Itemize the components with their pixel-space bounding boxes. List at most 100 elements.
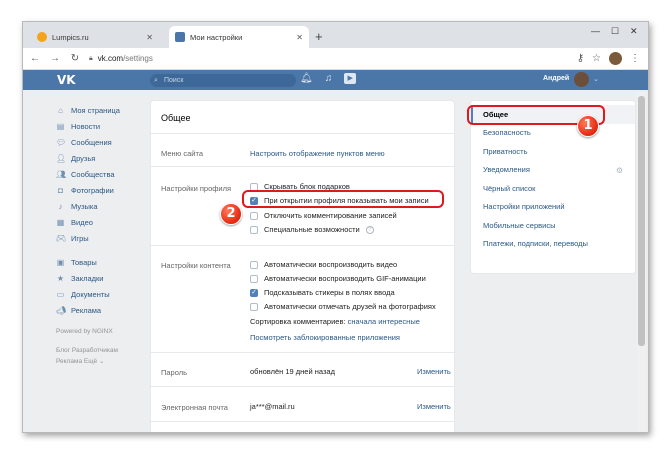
close-window-button[interactable]: ✕ xyxy=(630,26,638,37)
footer-links[interactable]: Блог Разработчикам xyxy=(56,345,166,356)
home-icon: ⌂ xyxy=(58,105,63,115)
checkbox-accessibility[interactable]: Специальные возможности? xyxy=(250,225,374,234)
key-icon[interactable]: ⚷ xyxy=(577,53,584,64)
menu-dots-icon[interactable]: ⋮ xyxy=(630,53,640,64)
reload-icon[interactable]: ↻ xyxy=(67,53,83,64)
checkbox-label: Отключить комментирование записей xyxy=(264,211,397,220)
bell-icon[interactable]: 🔔︎ xyxy=(300,73,313,84)
maximize-button[interactable]: ☐ xyxy=(611,26,619,37)
address-bar[interactable]: 🔒︎ vk.com/settings xyxy=(89,54,577,63)
sort-dropdown[interactable]: сначала интересные xyxy=(348,317,420,326)
left-nav: ⌂Моя страница ▤Новости 💬︎Сообщения1 👤︎Др… xyxy=(56,102,166,367)
tab-close-icon[interactable]: ✕ xyxy=(146,33,153,42)
help-icon[interactable]: ? xyxy=(365,225,374,234)
checkbox-box[interactable] xyxy=(250,211,258,220)
play-icon[interactable]: ▶ xyxy=(344,73,357,84)
profile-avatar[interactable] xyxy=(609,52,622,65)
nav-item-messages[interactable]: 💬︎Сообщения1 xyxy=(56,134,166,150)
forward-arrow-icon[interactable]: → xyxy=(47,53,63,64)
checkbox-label: Подсказывать стикеры в полях ввода xyxy=(264,288,395,297)
powered-by: Powered by NGINX xyxy=(56,328,113,335)
tab-settings[interactable]: Мои настройки ✕ xyxy=(169,26,309,48)
highlight-show-my-posts xyxy=(242,190,444,208)
photo-icon: ◘ xyxy=(58,185,63,195)
avatar[interactable] xyxy=(574,72,589,87)
divider xyxy=(151,166,454,167)
tab-label: Мои настройки xyxy=(190,32,243,42)
minimize-button[interactable]: — xyxy=(591,26,600,36)
groups-icon: 👥︎ xyxy=(56,169,67,179)
chevron-down-icon[interactable]: ⌄ xyxy=(593,75,599,83)
checkbox-tag-friends[interactable]: Автоматически отмечать друзей на фотогра… xyxy=(250,302,436,311)
browser-toolbar: ← → ↻ 🔒︎ vk.com/settings ⚷ ☆ ⋮ xyxy=(23,48,648,70)
tab-strip: Lumpics.ru ✕ Мои настройки ✕ + — ☐ ✕ xyxy=(23,22,648,48)
change-password-link[interactable]: Изменить xyxy=(417,367,451,376)
vk-logo[interactable]: VK xyxy=(57,73,76,87)
footer-links-more[interactable]: Реклама Ещё ⌄ xyxy=(56,356,166,367)
menu-item-payments[interactable]: Платежи, подписки, переводы xyxy=(471,235,635,254)
nav-item-photos[interactable]: ◘ Фотографии xyxy=(56,182,166,198)
menu-item-privacy[interactable]: Приватность xyxy=(471,142,635,161)
settings-panel: Общее Меню сайта Настроить отображение п… xyxy=(151,101,454,432)
vk-favicon-icon xyxy=(175,32,185,42)
star-icon[interactable]: ☆ xyxy=(592,53,601,64)
music-note-icon[interactable]: ♫ xyxy=(325,73,333,84)
divider xyxy=(151,421,454,422)
checkbox-box[interactable] xyxy=(250,274,258,283)
address-host: vk.com xyxy=(97,54,124,63)
nav-label: Сообщения xyxy=(71,137,112,147)
nav-item-news[interactable]: ▤ Новости xyxy=(56,118,166,134)
nav-item-groups[interactable]: 👥︎ Сообщества xyxy=(56,166,166,182)
nav-item-friends[interactable]: 👤︎Друзья18 xyxy=(56,150,166,166)
documents-icon: ▭ xyxy=(56,289,65,299)
page-title: Общее xyxy=(161,113,191,123)
change-email-link[interactable]: Изменить xyxy=(417,402,451,411)
checkbox-label: Автоматически отмечать друзей на фотогра… xyxy=(264,302,436,311)
tab-lumpics[interactable]: Lumpics.ru ✕ xyxy=(31,26,159,48)
user-name[interactable]: Андрей xyxy=(543,75,569,82)
divider xyxy=(151,133,454,134)
gear-icon[interactable]: ⚙ xyxy=(616,166,623,175)
search-placeholder: Поиск xyxy=(164,77,184,84)
menu-label: Уведомления xyxy=(483,165,530,175)
ads-icon: 📣︎ xyxy=(56,305,67,315)
step-badge-2: 2 xyxy=(220,203,242,225)
site-menu-link[interactable]: Настроить отображение пунктов меню xyxy=(250,149,385,158)
nav-item-ads[interactable]: 📣︎ Реклама xyxy=(56,302,166,318)
checkbox-box[interactable] xyxy=(250,225,258,234)
checkbox-box[interactable]: ✓ xyxy=(250,288,258,297)
menu-item-security[interactable]: Безопасность xyxy=(471,124,635,143)
checkbox-box[interactable] xyxy=(250,260,258,269)
nav-item-games[interactable]: 🎮︎Игры6 xyxy=(56,230,166,246)
checkbox-autoplay-video[interactable]: Автоматически воспроизводить видео xyxy=(250,260,397,269)
back-arrow-icon[interactable]: ← xyxy=(27,53,43,64)
password-label: Пароль xyxy=(161,368,188,377)
menu-item-mobile[interactable]: Мобильные сервисы xyxy=(471,216,635,235)
checkbox-suggest-stickers[interactable]: ✓ Подсказывать стикеры в полях ввода xyxy=(250,288,395,297)
search-icon: ⌕ xyxy=(154,77,158,84)
menu-item-app-settings[interactable]: Настройки приложений xyxy=(471,198,635,217)
scrollbar-thumb[interactable] xyxy=(638,96,645,346)
blocked-apps-link[interactable]: Посмотреть заблокированные приложения xyxy=(250,333,400,342)
checkbox-box[interactable] xyxy=(250,302,258,311)
search-input[interactable]: ⌕ Поиск xyxy=(150,74,296,87)
tab-close-icon[interactable]: ✕ xyxy=(296,33,303,42)
new-tab-button[interactable]: + xyxy=(315,29,323,44)
nav-item-my-page[interactable]: ⌂ Моя страница xyxy=(56,102,166,118)
browser-window: Lumpics.ru ✕ Мои настройки ✕ + — ☐ ✕ ← →… xyxy=(22,21,649,433)
goods-icon: ▣ xyxy=(56,257,65,267)
divider xyxy=(151,352,454,353)
nav-label: Друзья xyxy=(71,153,96,163)
nav-item-bookmarks[interactable]: ★ Закладки xyxy=(56,270,166,286)
video-icon: ▦ xyxy=(56,217,65,227)
menu-item-notifications[interactable]: Уведомления ⚙ xyxy=(471,161,635,180)
nav-item-music[interactable]: ♪ Музыка xyxy=(56,198,166,214)
checkbox-label: Автоматически воспроизводить GIF-анимаци… xyxy=(264,274,426,283)
checkbox-disable-comments[interactable]: Отключить комментирование записей xyxy=(250,211,397,220)
nav-item-video[interactable]: ▦ Видео xyxy=(56,214,166,230)
nav-item-documents[interactable]: ▭ Документы xyxy=(56,286,166,302)
lock-icon: 🔒︎ xyxy=(89,54,93,62)
checkbox-autoplay-gif[interactable]: Автоматически воспроизводить GIF-анимаци… xyxy=(250,274,426,283)
nav-item-goods[interactable]: ▣ Товары xyxy=(56,254,166,270)
menu-item-blacklist[interactable]: Чёрный список xyxy=(471,179,635,198)
